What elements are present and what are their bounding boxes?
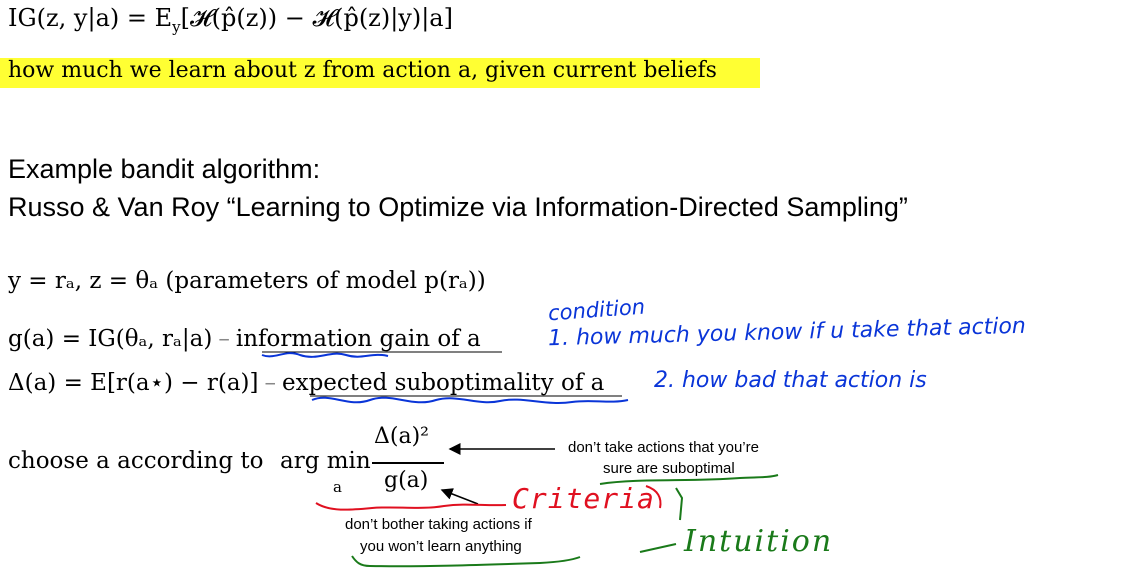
red-underline-denominator xyxy=(315,502,507,511)
red-bracket-criteria xyxy=(645,485,662,509)
green-underline-bother-annotation xyxy=(351,555,581,568)
blue-squiggle-information-gain xyxy=(261,352,389,358)
green-connector-upper xyxy=(675,487,684,521)
annotation-overlay xyxy=(261,351,779,568)
arrow-to-denominator xyxy=(440,488,479,505)
green-connector-lower xyxy=(639,543,677,553)
blue-squiggle-suboptimality xyxy=(311,396,629,404)
green-underline-suboptimal-annotation xyxy=(599,474,779,485)
